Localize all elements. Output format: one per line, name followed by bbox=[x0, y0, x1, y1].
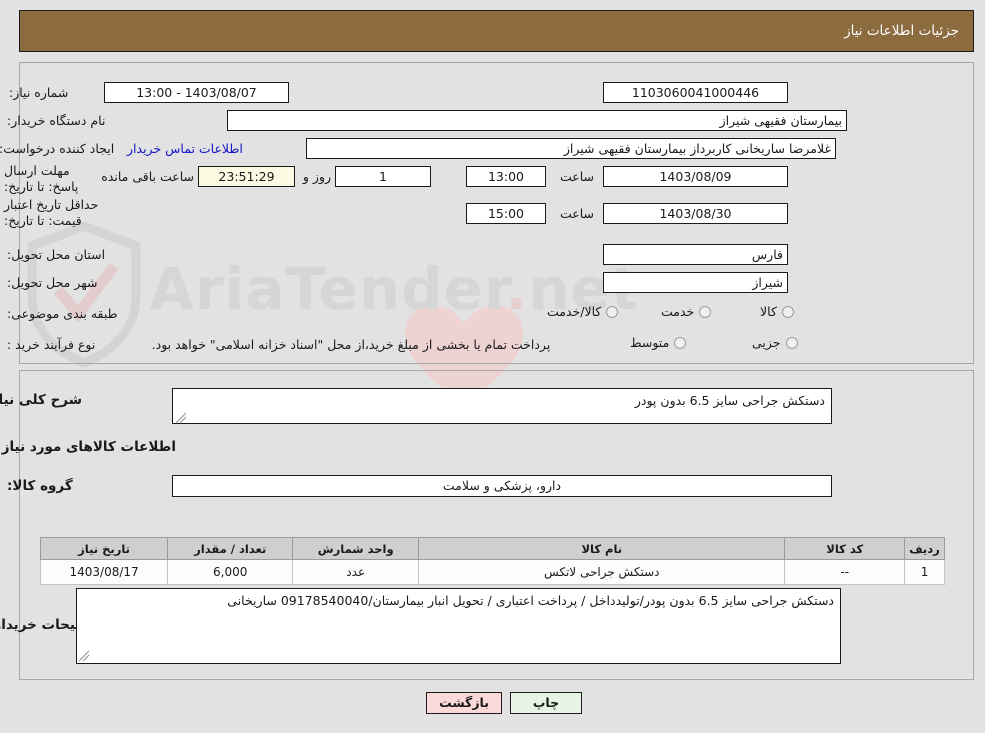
need-number-field[interactable]: 1103060041000446 bbox=[604, 82, 789, 103]
page-title-bar: جزئیات اطلاعات نیاز bbox=[20, 10, 975, 52]
radio-classification-goods[interactable]: کالا bbox=[761, 304, 795, 319]
col-name: نام کالا bbox=[419, 537, 787, 560]
purchase-process-note: پرداخت تمام یا بخشی از مبلغ خرید،از محل … bbox=[152, 337, 552, 352]
radio-dot-icon bbox=[782, 305, 795, 318]
response-deadline-date-field[interactable]: 1403/08/09 bbox=[604, 166, 789, 187]
request-creator-label: ایجاد کننده درخواست: bbox=[0, 141, 116, 156]
col-quantity: تعداد / مقدار bbox=[168, 537, 295, 560]
radio-dot-icon bbox=[786, 336, 799, 349]
need-number-label: شماره نیاز: bbox=[10, 85, 70, 100]
radio-label: متوسط bbox=[631, 335, 671, 350]
purchase-process-label: نوع فرآیند خرید : bbox=[8, 337, 97, 352]
col-unit: واحد شمارش bbox=[293, 537, 421, 560]
radio-process-minor[interactable]: جزیی bbox=[753, 335, 799, 350]
cell-name: دستکش جراحی لاتکس bbox=[419, 559, 787, 585]
radio-label: کالا bbox=[761, 304, 778, 319]
delivery-province-label: استان محل تحویل: bbox=[8, 247, 107, 262]
items-heading: اطلاعات کالاهای مورد نیاز bbox=[2, 439, 177, 455]
general-description-label: شرح کلی نیاز: bbox=[0, 392, 83, 408]
radio-label: کالا/خدمت bbox=[548, 304, 603, 319]
cell-need-date: 1403/08/17 bbox=[40, 559, 170, 585]
radio-label: جزیی bbox=[753, 335, 782, 350]
countdown-clock-field: 23:51:29 bbox=[199, 166, 296, 187]
col-code: کد کالا bbox=[785, 537, 907, 560]
radio-label: خدمت bbox=[662, 304, 696, 319]
delivery-province-field[interactable]: فارس bbox=[604, 244, 789, 265]
radio-classification-service[interactable]: خدمت bbox=[662, 304, 713, 319]
radio-dot-icon bbox=[675, 336, 688, 349]
page-root: AriaTender.net جزئیات اطلاعات نیاز شماره… bbox=[0, 0, 985, 733]
request-creator-field[interactable]: غلامرضا ساریخانی کاربرداز بیمارستان فقیه… bbox=[307, 138, 837, 159]
countdown-days-label: روز و bbox=[303, 169, 332, 184]
countdown-days-field[interactable]: 1 bbox=[336, 166, 432, 187]
response-deadline-time-label: ساعت bbox=[560, 169, 595, 184]
page-title: جزئیات اطلاعات نیاز bbox=[845, 23, 960, 39]
buyer-comments-textarea[interactable]: دستکش جراحی سایز 6.5 بدون پودر/تولیدداخل… bbox=[77, 588, 842, 664]
buyer-org-label: نام دستگاه خریدار: bbox=[8, 113, 107, 128]
public-announce-field[interactable]: 13:00 - 1403/08/07 bbox=[105, 82, 290, 103]
table-row[interactable]: 1 -- دستکش جراحی لاتکس عدد 6,000 1403/08… bbox=[40, 559, 946, 585]
cell-quantity: 6,000 bbox=[168, 559, 295, 585]
cell-code: -- bbox=[785, 559, 907, 585]
radio-dot-icon bbox=[607, 305, 620, 318]
price-validity-date-field[interactable]: 1403/08/30 bbox=[604, 203, 789, 224]
price-validity-time-field[interactable]: 15:00 bbox=[467, 203, 547, 224]
subject-classification-label: طبقه بندی موضوعی: bbox=[8, 306, 119, 321]
response-deadline-label: مهلت ارسال پاسخ: تا تاریخ: bbox=[5, 163, 80, 194]
price-validity-label: حداقل تاریخ اعتبار قیمت: تا تاریخ: bbox=[5, 197, 100, 228]
countdown-suffix-label: ساعت باقی مانده bbox=[102, 169, 195, 184]
print-button[interactable]: چاپ bbox=[511, 692, 583, 714]
delivery-city-label: شهر محل تحویل: bbox=[8, 275, 99, 290]
col-need-date: تاریخ نیاز bbox=[40, 537, 170, 560]
goods-group-label: گروه کالا: bbox=[8, 478, 74, 494]
delivery-city-field[interactable]: شیراز bbox=[604, 272, 789, 293]
back-button[interactable]: بازگشت bbox=[427, 692, 503, 714]
radio-dot-icon bbox=[700, 305, 713, 318]
general-description-textarea[interactable]: دستکش جراحی سایز 6.5 بدون پودر bbox=[173, 388, 833, 424]
response-deadline-time-field[interactable]: 13:00 bbox=[467, 166, 547, 187]
items-table: ردیف کد کالا نام کالا واحد شمارش تعداد /… bbox=[40, 537, 946, 585]
goods-group-field[interactable]: دارو، پزشکی و سلامت bbox=[173, 475, 833, 497]
table-header-row: ردیف کد کالا نام کالا واحد شمارش تعداد /… bbox=[40, 537, 946, 560]
buyer-contact-link[interactable]: اطلاعات تماس خریدار bbox=[128, 141, 244, 156]
cell-row: 1 bbox=[905, 559, 946, 585]
price-validity-time-label: ساعت bbox=[560, 206, 595, 221]
radio-process-medium[interactable]: متوسط bbox=[631, 335, 688, 350]
buyer-org-field[interactable]: بیمارستان فقیهی شیراز bbox=[228, 110, 848, 131]
col-row: ردیف bbox=[905, 537, 946, 560]
cell-unit: عدد bbox=[293, 559, 421, 585]
radio-classification-goods-service[interactable]: کالا/خدمت bbox=[548, 304, 620, 319]
